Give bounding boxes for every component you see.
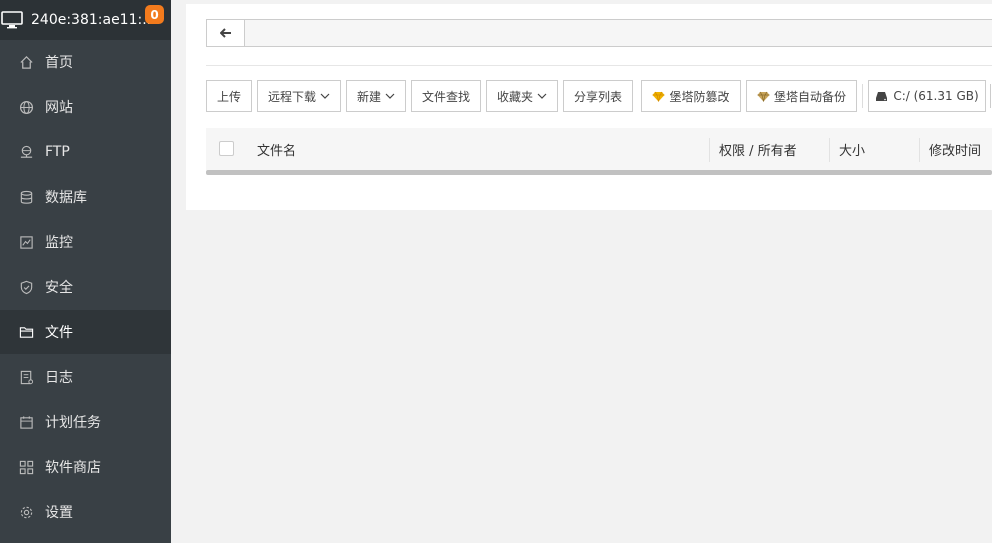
- toolbar-separator: [862, 84, 863, 108]
- back-button[interactable]: [207, 20, 245, 46]
- column-divider: [829, 138, 830, 162]
- path-input[interactable]: [206, 19, 992, 47]
- sidebar-item-label: 软件商店: [45, 460, 101, 476]
- remote-download-dropdown[interactable]: 远程下载: [257, 80, 341, 112]
- drive-c-button[interactable]: C:/ (61.31 GB): [868, 80, 986, 112]
- tamper-proof-button[interactable]: 堡塔防篡改: [641, 80, 741, 112]
- notification-badge[interactable]: 0: [145, 5, 164, 24]
- column-modified-time[interactable]: 修改时间: [929, 128, 981, 170]
- sidebar-item-logs[interactable]: 日志: [0, 355, 171, 399]
- upload-button[interactable]: 上传: [206, 80, 252, 112]
- calendar-icon: [18, 414, 34, 430]
- sidebar-item-label: 日志: [45, 370, 73, 386]
- horizontal-scrollbar[interactable]: [206, 170, 992, 175]
- home-icon: [18, 54, 34, 70]
- file-table-header: 文件名 权限 / 所有者 大小 修改时间: [206, 128, 992, 170]
- column-permissions-owner[interactable]: 权限 / 所有者: [719, 128, 797, 170]
- sidebar-item-label: 网站: [45, 100, 73, 116]
- sidebar-item-settings[interactable]: 设置: [0, 490, 171, 534]
- sidebar-item-label: 数据库: [45, 190, 87, 206]
- shield-icon: [18, 279, 34, 295]
- new-dropdown[interactable]: 新建: [346, 80, 406, 112]
- toolbar-separator: [990, 84, 991, 108]
- sidebar-item-security[interactable]: 安全: [0, 265, 171, 309]
- sidebar-item-label: 计划任务: [45, 415, 101, 431]
- sidebar-item-website[interactable]: 网站: [0, 85, 171, 129]
- column-divider: [919, 138, 920, 162]
- favorites-dropdown[interactable]: 收藏夹: [486, 80, 558, 112]
- chevron-down-icon: [320, 93, 330, 99]
- sidebar-item-home[interactable]: 首页: [0, 40, 171, 84]
- sidebar-item-monitor[interactable]: 监控: [0, 220, 171, 264]
- sidebar-item-label: 文件: [45, 325, 73, 341]
- sidebar: 240e:381:ae11:... 0 首页 网站 FTP 数据库 监控 安全 …: [0, 0, 171, 543]
- gear-icon: [18, 504, 34, 520]
- diamond-icon: [757, 91, 770, 102]
- sidebar-item-database[interactable]: 数据库: [0, 175, 171, 219]
- sidebar-item-label: 首页: [45, 55, 73, 71]
- column-size[interactable]: 大小: [839, 128, 865, 170]
- sidebar-item-files[interactable]: 文件: [0, 310, 171, 354]
- apps-icon: [18, 459, 34, 475]
- computer-icon: [1, 10, 23, 30]
- ftp-icon: [18, 144, 34, 160]
- sidebar-item-cron[interactable]: 计划任务: [0, 400, 171, 444]
- file-manager-panel: 上传 远程下载 新建 文件查找 收藏夹 分享列表 堡塔防篡改 堡塔自动备份 C:…: [186, 4, 992, 210]
- sidebar-item-label: FTP: [45, 144, 70, 160]
- file-search-button[interactable]: 文件查找: [411, 80, 481, 112]
- sidebar-item-label: 监控: [45, 235, 73, 251]
- sidebar-item-app-store[interactable]: 软件商店: [0, 445, 171, 489]
- database-icon: [18, 189, 34, 205]
- log-icon: [18, 369, 34, 385]
- column-divider: [709, 138, 710, 162]
- folder-icon: [18, 324, 34, 340]
- diamond-icon: [652, 91, 665, 102]
- arrow-left-icon: [219, 28, 232, 38]
- sidebar-item-label: 设置: [45, 505, 73, 521]
- server-address: 240e:381:ae11:...: [31, 12, 156, 28]
- chevron-down-icon: [537, 93, 547, 99]
- hard-drive-icon: [875, 91, 888, 102]
- monitor-icon: [18, 234, 34, 250]
- sidebar-item-ftp[interactable]: FTP: [0, 130, 171, 174]
- column-filename[interactable]: 文件名: [257, 128, 296, 170]
- chevron-down-icon: [385, 93, 395, 99]
- divider: [206, 65, 992, 66]
- globe-icon: [18, 99, 34, 115]
- auto-backup-button[interactable]: 堡塔自动备份: [746, 80, 857, 112]
- sidebar-item-label: 安全: [45, 280, 73, 296]
- share-list-button[interactable]: 分享列表: [563, 80, 633, 112]
- server-header[interactable]: 240e:381:ae11:... 0: [0, 0, 171, 40]
- select-all-checkbox[interactable]: [219, 141, 234, 156]
